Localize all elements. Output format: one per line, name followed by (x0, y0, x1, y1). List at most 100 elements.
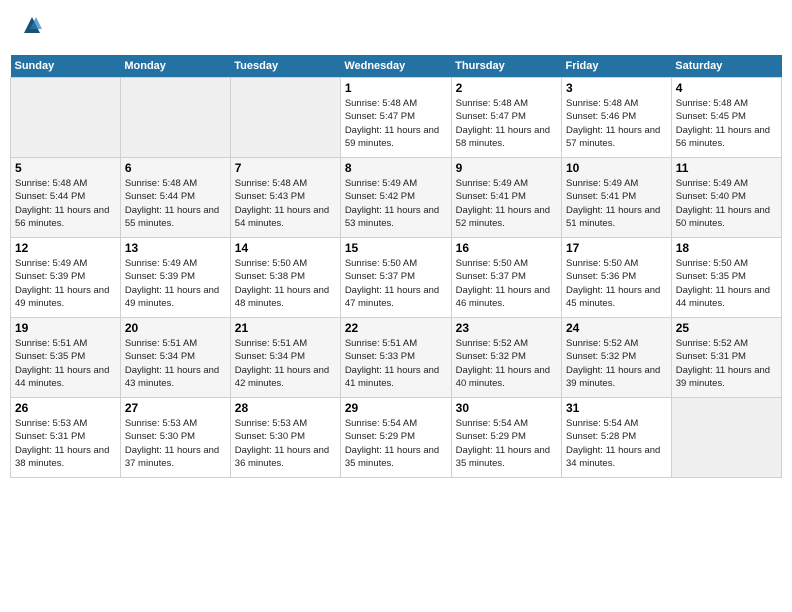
weekday-header-thursday: Thursday (451, 55, 561, 78)
cell-details: Sunrise: 5:51 AMSunset: 5:34 PMDaylight:… (235, 337, 336, 390)
day-number: 23 (456, 321, 557, 335)
calendar-cell: 15 Sunrise: 5:50 AMSunset: 5:37 PMDayligh… (340, 238, 451, 318)
day-number: 27 (125, 401, 226, 415)
day-number: 2 (456, 81, 557, 95)
calendar-cell: 29 Sunrise: 5:54 AMSunset: 5:29 PMDayligh… (340, 398, 451, 478)
day-number: 18 (676, 241, 777, 255)
calendar-cell: 12 Sunrise: 5:49 AMSunset: 5:39 PMDayligh… (11, 238, 121, 318)
cell-details: Sunrise: 5:50 AMSunset: 5:36 PMDaylight:… (566, 257, 667, 310)
day-number: 22 (345, 321, 447, 335)
calendar-cell: 21 Sunrise: 5:51 AMSunset: 5:34 PMDayligh… (230, 318, 340, 398)
calendar-cell: 7 Sunrise: 5:48 AMSunset: 5:43 PMDaylight… (230, 158, 340, 238)
calendar-cell (11, 78, 121, 158)
cell-details: Sunrise: 5:49 AMSunset: 5:39 PMDaylight:… (15, 257, 116, 310)
day-number: 12 (15, 241, 116, 255)
calendar-cell: 25Sunrise: 5:52 AMSunset: 5:31 PMDayligh… (671, 318, 781, 398)
logo-icon (22, 15, 42, 35)
cell-details: Sunrise: 5:49 AMSunset: 5:39 PMDaylight:… (125, 257, 226, 310)
calendar-cell: 11 Sunrise: 5:49 AMSunset: 5:40 PMDayligh… (671, 158, 781, 238)
cell-details: Sunrise: 5:50 AMSunset: 5:35 PMDaylight:… (676, 257, 777, 310)
cell-details: Sunrise: 5:48 AMSunset: 5:43 PMDaylight:… (235, 177, 336, 230)
cell-details: Sunrise: 5:48 AMSunset: 5:47 PMDaylight:… (456, 97, 557, 150)
calendar-cell: 13 Sunrise: 5:49 AMSunset: 5:39 PMDayligh… (120, 238, 230, 318)
cell-details: Sunrise: 5:48 AMSunset: 5:45 PMDaylight:… (676, 97, 777, 150)
cell-details: Sunrise: 5:54 AMSunset: 5:29 PMDaylight:… (345, 417, 447, 470)
cell-details: Sunrise: 5:50 AMSunset: 5:37 PMDaylight:… (345, 257, 447, 310)
day-number: 29 (345, 401, 447, 415)
cell-details: Sunrise: 5:54 AMSunset: 5:29 PMDaylight:… (456, 417, 557, 470)
day-number: 7 (235, 161, 336, 175)
calendar-cell: 5 Sunrise: 5:48 AMSunset: 5:44 PMDaylight… (11, 158, 121, 238)
weekday-header-sunday: Sunday (11, 55, 121, 78)
day-number: 9 (456, 161, 557, 175)
weekday-header-wednesday: Wednesday (340, 55, 451, 78)
day-number: 3 (566, 81, 667, 95)
cell-details: Sunrise: 5:53 AMSunset: 5:30 PMDaylight:… (125, 417, 226, 470)
day-number: 21 (235, 321, 336, 335)
day-number: 5 (15, 161, 116, 175)
day-number: 13 (125, 241, 226, 255)
calendar-cell: 19Sunrise: 5:51 AMSunset: 5:35 PMDayligh… (11, 318, 121, 398)
day-number: 8 (345, 161, 447, 175)
calendar-cell: 4Sunrise: 5:48 AMSunset: 5:45 PMDaylight… (671, 78, 781, 158)
calendar-cell: 14Sunrise: 5:50 AMSunset: 5:38 PMDayligh… (230, 238, 340, 318)
cell-details: Sunrise: 5:51 AMSunset: 5:34 PMDaylight:… (125, 337, 226, 390)
weekday-header-tuesday: Tuesday (230, 55, 340, 78)
calendar-cell: 24Sunrise: 5:52 AMSunset: 5:32 PMDayligh… (561, 318, 671, 398)
cell-details: Sunrise: 5:54 AMSunset: 5:28 PMDaylight:… (566, 417, 667, 470)
calendar-cell: 17 Sunrise: 5:50 AMSunset: 5:36 PMDayligh… (561, 238, 671, 318)
week-row-4: 19Sunrise: 5:51 AMSunset: 5:35 PMDayligh… (11, 318, 782, 398)
day-number: 15 (345, 241, 447, 255)
calendar-cell: 1 Sunrise: 5:48 AMSunset: 5:47 PMDaylight… (340, 78, 451, 158)
cell-details: Sunrise: 5:49 AMSunset: 5:42 PMDaylight:… (345, 177, 447, 230)
calendar-cell: 20 Sunrise: 5:51 AMSunset: 5:34 PMDayligh… (120, 318, 230, 398)
calendar-cell: 22 Sunrise: 5:51 AMSunset: 5:33 PMDayligh… (340, 318, 451, 398)
cell-details: Sunrise: 5:49 AMSunset: 5:41 PMDaylight:… (566, 177, 667, 230)
cell-details: Sunrise: 5:48 AMSunset: 5:44 PMDaylight:… (125, 177, 226, 230)
week-row-2: 5 Sunrise: 5:48 AMSunset: 5:44 PMDaylight… (11, 158, 782, 238)
cell-details: Sunrise: 5:52 AMSunset: 5:32 PMDaylight:… (456, 337, 557, 390)
day-number: 6 (125, 161, 226, 175)
cell-details: Sunrise: 5:49 AMSunset: 5:41 PMDaylight:… (456, 177, 557, 230)
day-number: 28 (235, 401, 336, 415)
calendar-cell: 9 Sunrise: 5:49 AMSunset: 5:41 PMDaylight… (451, 158, 561, 238)
cell-details: Sunrise: 5:51 AMSunset: 5:33 PMDaylight:… (345, 337, 447, 390)
cell-details: Sunrise: 5:53 AMSunset: 5:31 PMDaylight:… (15, 417, 116, 470)
cell-details: Sunrise: 5:50 AMSunset: 5:37 PMDaylight:… (456, 257, 557, 310)
calendar-cell: 8 Sunrise: 5:49 AMSunset: 5:42 PMDaylight… (340, 158, 451, 238)
calendar-cell: 28 Sunrise: 5:53 AMSunset: 5:30 PMDayligh… (230, 398, 340, 478)
calendar-cell (230, 78, 340, 158)
week-row-5: 26Sunrise: 5:53 AMSunset: 5:31 PMDayligh… (11, 398, 782, 478)
day-number: 30 (456, 401, 557, 415)
day-number: 20 (125, 321, 226, 335)
weekday-header-monday: Monday (120, 55, 230, 78)
calendar-cell: 27 Sunrise: 5:53 AMSunset: 5:30 PMDayligh… (120, 398, 230, 478)
cell-details: Sunrise: 5:48 AMSunset: 5:44 PMDaylight:… (15, 177, 116, 230)
cell-details: Sunrise: 5:49 AMSunset: 5:40 PMDaylight:… (676, 177, 777, 230)
day-number: 31 (566, 401, 667, 415)
page-header (10, 10, 782, 45)
day-number: 1 (345, 81, 447, 95)
cell-details: Sunrise: 5:53 AMSunset: 5:30 PMDaylight:… (235, 417, 336, 470)
calendar-cell: 26Sunrise: 5:53 AMSunset: 5:31 PMDayligh… (11, 398, 121, 478)
weekday-header-row: SundayMondayTuesdayWednesdayThursdayFrid… (11, 55, 782, 78)
calendar-cell: 3Sunrise: 5:48 AMSunset: 5:46 PMDaylight… (561, 78, 671, 158)
calendar-cell: 6 Sunrise: 5:48 AMSunset: 5:44 PMDaylight… (120, 158, 230, 238)
calendar-cell: 31 Sunrise: 5:54 AMSunset: 5:28 PMDayligh… (561, 398, 671, 478)
day-number: 11 (676, 161, 777, 175)
weekday-header-saturday: Saturday (671, 55, 781, 78)
day-number: 16 (456, 241, 557, 255)
logo (20, 15, 42, 40)
week-row-1: 1 Sunrise: 5:48 AMSunset: 5:47 PMDaylight… (11, 78, 782, 158)
day-number: 17 (566, 241, 667, 255)
cell-details: Sunrise: 5:52 AMSunset: 5:31 PMDaylight:… (676, 337, 777, 390)
day-number: 10 (566, 161, 667, 175)
calendar-cell (671, 398, 781, 478)
cell-details: Sunrise: 5:50 AMSunset: 5:38 PMDaylight:… (235, 257, 336, 310)
calendar-cell: 23 Sunrise: 5:52 AMSunset: 5:32 PMDayligh… (451, 318, 561, 398)
cell-details: Sunrise: 5:48 AMSunset: 5:47 PMDaylight:… (345, 97, 447, 150)
calendar-cell: 2 Sunrise: 5:48 AMSunset: 5:47 PMDaylight… (451, 78, 561, 158)
weekday-header-friday: Friday (561, 55, 671, 78)
calendar-table: SundayMondayTuesdayWednesdayThursdayFrid… (10, 55, 782, 478)
day-number: 19 (15, 321, 116, 335)
